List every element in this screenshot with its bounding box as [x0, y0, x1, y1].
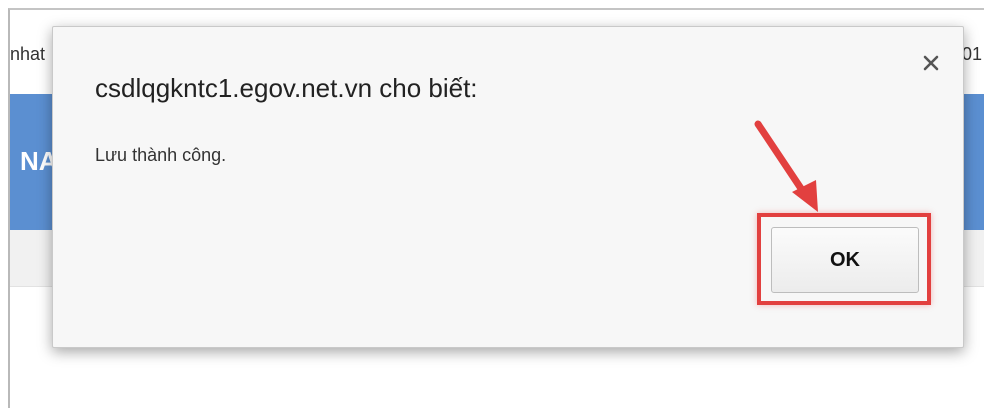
background-left-text: nhat: [10, 44, 46, 64]
close-button[interactable]: [917, 49, 945, 77]
ok-button[interactable]: OK: [771, 227, 919, 293]
red-arrow-annotation: [754, 120, 818, 212]
dialog-title: csdlqgkntc1.egov.net.vn cho biết:: [95, 73, 478, 103]
browser-page: nhat 01 NA csdlqgkntc1.egov.net.vn cho b…: [0, 0, 984, 408]
dialog-message: Lưu thành công.: [95, 145, 227, 165]
background-right-text: 01: [962, 44, 983, 64]
close-icon: [923, 55, 939, 71]
